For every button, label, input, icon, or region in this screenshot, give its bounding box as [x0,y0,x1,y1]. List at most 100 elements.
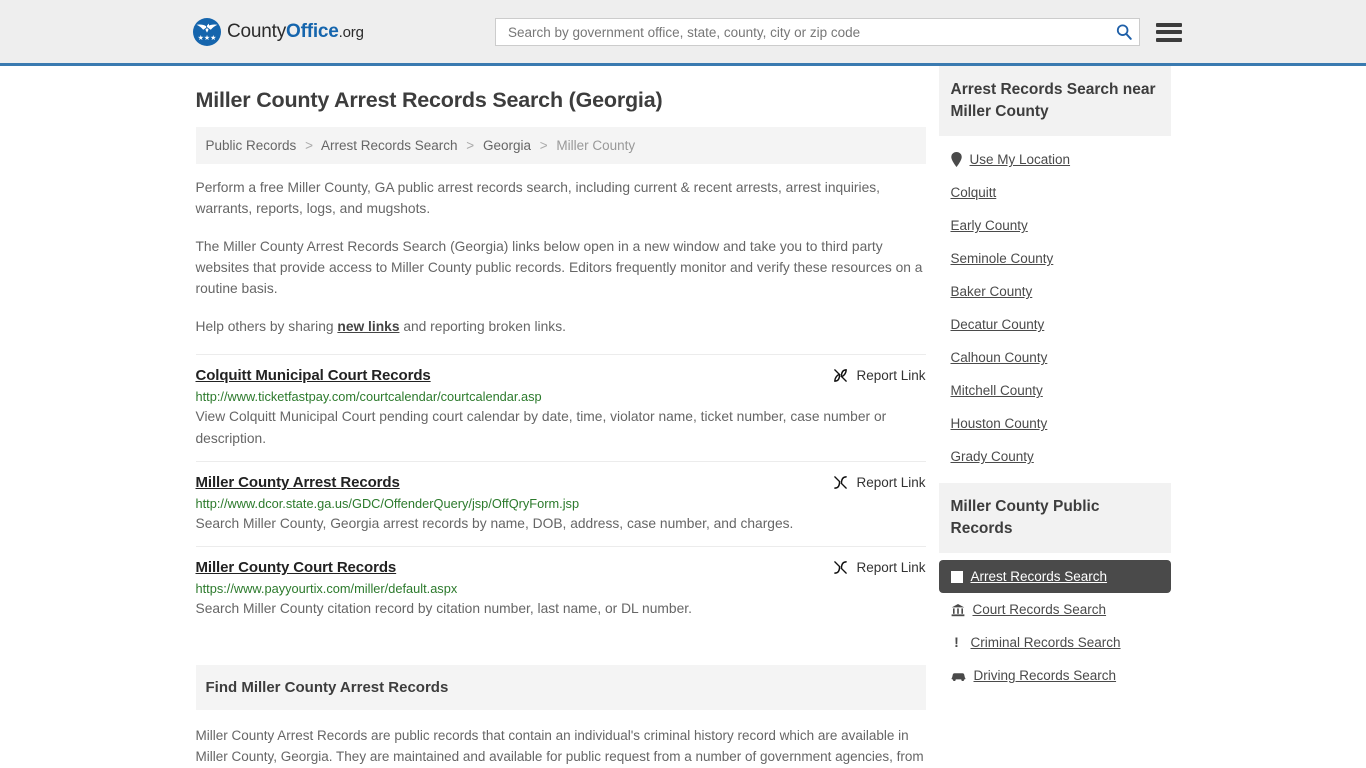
find-records-body: Miller County Arrest Records are public … [195,728,924,764]
exclamation-icon: ! [954,634,959,650]
sidebar-link[interactable]: Seminole County [951,251,1054,266]
report-link-button[interactable]: Report Link [833,560,926,575]
result-url[interactable]: http://www.dcor.state.ga.us/GDC/Offender… [196,496,926,511]
hamburger-bar [1156,30,1182,34]
sidebar-link[interactable]: Houston County [951,416,1048,431]
intro-paragraph-1: Perform a free Miller County, GA public … [195,180,881,216]
sidebar: Arrest Records Search near Miller County… [938,66,1171,702]
sidebar-link[interactable]: Driving Records Search [974,668,1117,683]
result-title-link[interactable]: Colquitt Municipal Court Records [196,367,431,384]
breadcrumb-separator: > [539,138,548,153]
main-column: Miller County Arrest Records Search (Geo… [195,66,926,768]
report-link-label: Report Link [856,475,926,490]
sidebar-link[interactable]: Baker County [951,284,1033,299]
breadcrumb-item-miller-county: Miller County [556,138,636,153]
sidebar-link[interactable]: Decatur County [951,317,1045,332]
share-prefix: Help others by sharing [195,319,338,334]
share-links-paragraph: Help others by sharing new links and rep… [196,316,926,337]
sidebar-item-decatur-county[interactable]: Decatur County [939,308,1171,341]
logo-stars: ★★★ [197,34,217,42]
report-link-button[interactable]: Report Link [833,475,926,490]
breadcrumb-item-arrest-records-search[interactable]: Arrest Records Search [321,138,458,153]
public-records-panel: Miller County Public Records Arrest Reco… [938,483,1171,692]
logo-text: CountyOffice.org [227,21,364,43]
page-title: Miller County Arrest Records Search (Geo… [195,88,663,112]
content-container: Miller County Arrest Records Search (Geo… [195,66,1171,768]
broken-chain-icon [834,476,848,489]
search-box[interactable] [495,18,1140,46]
hamburger-menu-icon[interactable] [1156,22,1182,42]
result-description: Search Miller County, Georgia arrest rec… [195,516,794,531]
sidebar-link[interactable]: Use My Location [970,152,1071,167]
location-pin-icon [950,152,962,167]
site-logo[interactable]: ★★★ CountyOffice.org [193,17,364,46]
site-header: ★★★ CountyOffice.org [0,0,1366,66]
sidebar-link[interactable]: Criminal Records Search [971,635,1121,650]
breadcrumb: Public Records > Arrest Records Search >… [195,127,926,164]
sidebar-link[interactable]: Mitchell County [951,383,1043,398]
sidebar-link[interactable]: Court Records Search [973,602,1107,617]
nearby-search-panel: Arrest Records Search near Miller County… [938,66,1171,473]
eagle-seal-icon: ★★★ [193,17,221,46]
breadcrumb-item-georgia[interactable]: Georgia [483,138,531,153]
find-records-heading: Find Miller County Arrest Records [195,665,926,710]
sidebar-item-colquitt[interactable]: Colquitt [939,176,1171,209]
sidebar-item-criminal-records-search[interactable]: ! Criminal Records Search [939,626,1171,659]
breadcrumb-separator: > [466,138,475,153]
breadcrumb-item-public-records[interactable]: Public Records [206,138,297,153]
sidebar-link[interactable]: Calhoun County [951,350,1048,365]
sidebar-link[interactable]: Arrest Records Search [971,569,1108,584]
sidebar-item-driving-records-search[interactable]: Driving Records Search [939,659,1171,692]
search-icon[interactable] [1115,23,1133,41]
result-title-link[interactable]: Miller County Court Records [196,559,397,576]
sidebar-item-seminole-county[interactable]: Seminole County [939,242,1171,275]
sidebar-link[interactable]: Early County [951,218,1028,233]
nearby-search-heading: Arrest Records Search near Miller County [938,66,1171,136]
sidebar-item-early-county[interactable]: Early County [939,209,1171,242]
sidebar-link[interactable]: Colquitt [951,185,997,200]
hamburger-bar [1156,37,1182,42]
new-links-link[interactable]: new links [337,319,399,334]
search-area [495,18,1182,46]
sidebar-item-houston-county[interactable]: Houston County [939,407,1171,440]
intro-paragraph-2: The Miller County Arrest Records Search … [195,239,923,296]
result-row: Miller County Arrest Records Report Link… [195,461,926,546]
report-link-button[interactable]: Report Link [833,368,926,383]
page-body: Miller County Arrest Records Search (Geo… [0,66,1366,768]
sidebar-item-grady-county[interactable]: Grady County [939,440,1171,473]
courthouse-icon [951,603,964,616]
sidebar-link[interactable]: Grady County [951,449,1034,464]
eagle-wings-icon [196,23,218,33]
logo-text-org: .org [338,23,364,41]
sidebar-item-calhoun-county[interactable]: Calhoun County [939,341,1171,374]
result-url[interactable]: https://www.payyourtix.com/miller/defaul… [196,581,926,596]
id-card-icon [950,570,963,583]
logo-text-office: Office [286,20,339,42]
public-records-list: Arrest Records Search Court Records Sear… [938,553,1171,692]
search-input[interactable] [506,23,1115,41]
sidebar-item-arrest-records-search[interactable]: Arrest Records Search [938,560,1171,593]
sidebar-item-use-my-location[interactable]: Use My Location [939,143,1171,176]
breadcrumb-separator: > [305,138,313,153]
result-description: Search Miller County citation record by … [195,601,692,616]
public-records-heading: Miller County Public Records [938,483,1171,553]
result-url[interactable]: http://www.ticketfastpay.com/courtcalend… [196,389,926,404]
share-suffix: and reporting broken links. [399,319,566,334]
find-records-section: Find Miller County Arrest Records Miller… [195,665,926,768]
result-header: Miller County Arrest Records Report Link [196,474,926,491]
hamburger-bar [1156,22,1182,27]
sidebar-item-court-records-search[interactable]: Court Records Search [939,593,1171,626]
logo-text-county: County [227,20,287,42]
intro-text: Perform a free Miller County, GA public … [196,177,926,337]
sidebar-item-mitchell-county[interactable]: Mitchell County [939,374,1171,407]
broken-chain-icon [834,561,848,574]
result-title-link[interactable]: Miller County Arrest Records [196,474,400,491]
sidebar-item-baker-county[interactable]: Baker County [939,275,1171,308]
broken-chain-icon [834,369,848,382]
report-link-label: Report Link [856,560,926,575]
report-link-label: Report Link [856,368,926,383]
result-header: Colquitt Municipal Court Records Report … [196,367,926,384]
result-row: Miller County Court Records Report Link … [195,546,926,631]
result-header: Miller County Court Records Report Link [196,559,926,576]
result-row: Colquitt Municipal Court Records Report … [195,354,926,461]
